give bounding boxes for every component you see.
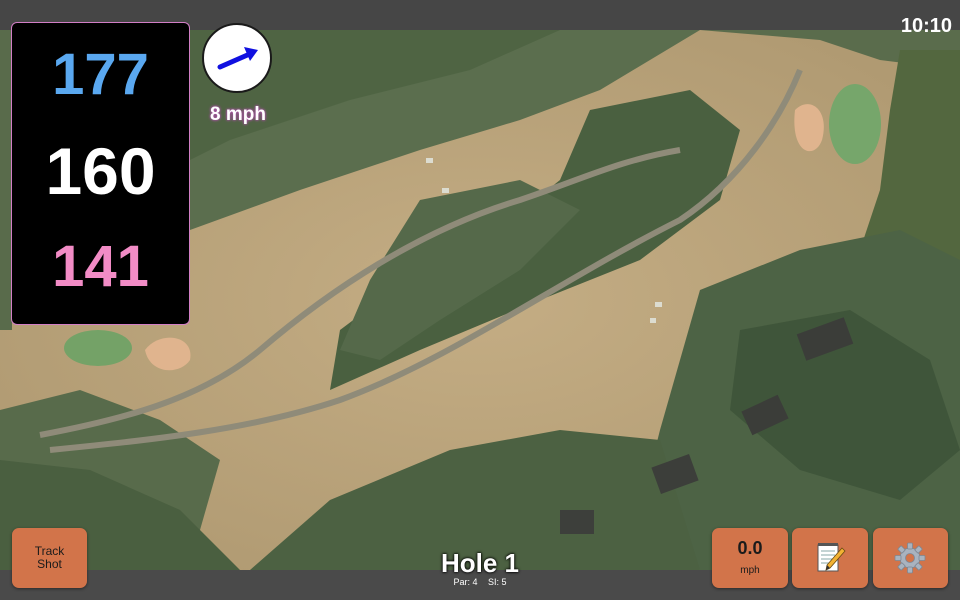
gear-icon xyxy=(894,542,926,574)
settings-button[interactable] xyxy=(873,528,948,588)
wind-arrow-icon xyxy=(217,47,258,70)
distance-panel: 177 160 141 xyxy=(11,22,190,325)
wind-speed-label: 8 mph xyxy=(210,104,266,125)
speed-button[interactable]: 0.0 mph xyxy=(712,528,788,588)
track-shot-label: Track Shot xyxy=(12,528,87,571)
track-shot-label-line2: Shot xyxy=(37,557,62,571)
notes-button[interactable] xyxy=(792,528,868,588)
distance-center-of-green: 160 xyxy=(45,134,156,208)
distance-front-of-green: 141 xyxy=(52,234,149,299)
speed-value: 0.0 xyxy=(737,538,763,558)
golf-gps-screen: 10:10 177 160 141 8 mph Track Shot Hole … xyxy=(0,0,960,600)
hole-title: Hole 1 xyxy=(440,548,520,578)
hole-stroke-index: SI: 5 xyxy=(488,577,507,587)
wind-direction-dial xyxy=(202,23,272,93)
hole-meta: Par: 4 SI: 5 xyxy=(380,577,580,587)
notepad-pencil-icon xyxy=(817,543,846,572)
track-shot-button[interactable]: Track Shot xyxy=(12,528,87,588)
speed-unit: mph xyxy=(740,565,760,576)
hole-par: Par: 4 xyxy=(453,577,478,587)
status-clock: 10:10 xyxy=(900,15,952,37)
distance-back-of-green: 177 xyxy=(52,42,149,107)
